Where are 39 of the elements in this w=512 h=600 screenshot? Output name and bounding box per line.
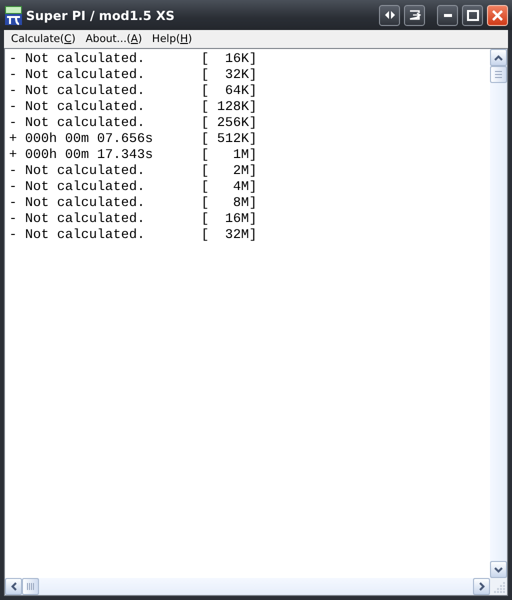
output-line: - Not calculated. [ 32M] [9, 228, 257, 244]
output-line: - Not calculated. [ 16K] [9, 52, 257, 68]
grip-icon [495, 71, 502, 78]
horizontal-scroll-thumb[interactable] [22, 578, 39, 595]
menu-item[interactable]: About...(A) [80, 33, 148, 45]
output-line: + 000h 00m 17.343s [ 1M] [9, 148, 257, 164]
tray-button[interactable] [404, 4, 425, 26]
scroll-down-button[interactable] [490, 561, 507, 578]
up-chevron-icon [494, 54, 503, 60]
output-line: + 000h 00m 07.656s [ 512K] [9, 132, 257, 148]
vertical-scroll-thumb[interactable] [490, 66, 507, 83]
menu-item[interactable]: Calculate(C) [6, 33, 81, 45]
minimize-icon [444, 14, 452, 16]
minimize-button[interactable] [437, 4, 458, 26]
output-line: - Not calculated. [ 256K] [9, 116, 257, 132]
close-icon [492, 10, 503, 20]
maximize-icon [466, 10, 478, 20]
window-arrow-icon [408, 10, 420, 20]
output-line: - Not calculated. [ 64K] [9, 84, 257, 100]
right-chevron-icon [478, 582, 484, 591]
grip-icon [27, 583, 34, 590]
output-line: - Not calculated. [ 32K] [9, 68, 257, 84]
scroll-up-button[interactable] [490, 49, 507, 66]
down-chevron-icon [494, 566, 503, 572]
output-line: - Not calculated. [ 128K] [9, 100, 257, 116]
window-title: Super PI / mod1.5 XS [26, 8, 176, 22]
left-right-arrows-icon [384, 11, 394, 19]
output-line: - Not calculated. [ 4M] [9, 180, 257, 196]
output-line: - Not calculated. [ 2M] [9, 164, 257, 180]
left-chevron-icon [10, 582, 16, 591]
output-line: - Not calculated. [ 8M] [9, 196, 257, 212]
close-button[interactable] [487, 4, 508, 26]
scroll-right-button[interactable] [473, 578, 490, 595]
resize-button[interactable] [379, 4, 400, 26]
output-line: - Not calculated. [ 16M] [9, 212, 257, 228]
app-logo-icon [5, 6, 22, 24]
menu-item[interactable]: Help(H) [147, 33, 198, 45]
maximize-button[interactable] [462, 4, 483, 26]
scroll-left-button[interactable] [5, 578, 22, 595]
